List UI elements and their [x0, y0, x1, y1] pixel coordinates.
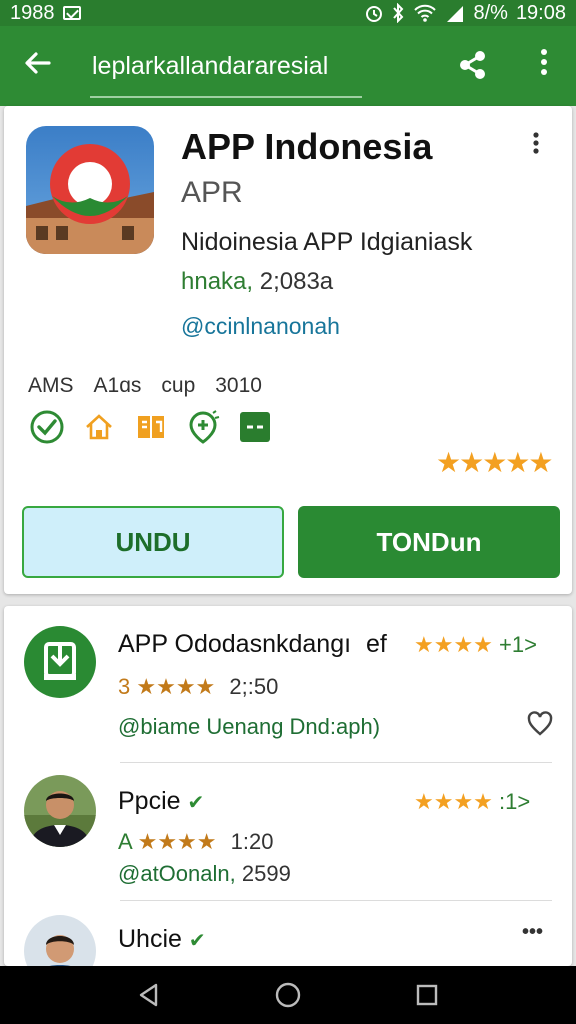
status-bar: 1988 8/% 19:08	[0, 0, 576, 26]
app-subtitle: APR	[181, 176, 243, 209]
feature-label: cup	[161, 374, 196, 397]
feature-label: A1ɑs	[93, 374, 142, 397]
list-item-title-suffix: ef	[366, 630, 387, 658]
back-button[interactable]	[18, 48, 58, 84]
pin-icon	[184, 408, 222, 446]
list-item-title: APP Ododasnkdangı ef	[118, 630, 387, 659]
app-meta-value: 2;083a	[259, 268, 334, 295]
navigation-bar	[0, 966, 576, 1024]
tondun-button[interactable]: TONDun	[298, 506, 560, 578]
circle-home-icon	[275, 982, 301, 1008]
triangle-back-icon	[140, 983, 158, 1007]
list-item-rating: ★★★★ +1>	[414, 632, 537, 658]
list-item-title-text: Ppcie	[118, 787, 181, 815]
status-right: 8/% 19:08	[365, 2, 566, 25]
home-icon	[80, 408, 118, 446]
list-item-title-text: APP Ododasnkdangı	[118, 630, 352, 658]
more-vert-icon	[533, 132, 539, 154]
list-item-desc-text: @atOonaln,	[118, 861, 236, 886]
avatar	[24, 915, 96, 966]
list-item-count: :1>	[499, 789, 531, 814]
nav-back-button[interactable]	[129, 975, 169, 1015]
list-item-title-text: Uhcie	[118, 925, 182, 953]
feature-labels: AMS A1ɑs cup 3010	[28, 374, 274, 398]
share-icon	[460, 51, 485, 79]
share-button[interactable]	[456, 48, 492, 84]
list-item[interactable]: Ppcie ✔ ★★★★ :1> A ★★★★ 1:20 @atOonaln, …	[4, 763, 572, 899]
app-title: APP Indonesia	[181, 126, 433, 167]
feature-label: AMS	[28, 374, 74, 397]
arrow-left-icon	[25, 52, 51, 74]
app-logo-icon	[26, 126, 154, 254]
message-icon	[62, 6, 81, 20]
app-icon[interactable]	[26, 126, 154, 254]
list-item-description: @atOonaln, 2599	[118, 861, 291, 887]
list-item-title: Ppcie ✔	[118, 787, 204, 816]
signal-icon	[447, 6, 464, 22]
nav-recents-button[interactable]	[407, 975, 447, 1015]
list-item-sub-stars: ★★★★	[136, 674, 216, 699]
list-item-sub-prefix: 3	[118, 674, 131, 699]
list-item-title: Uhcie ✔	[118, 925, 206, 954]
list-item-subrating: 3 ★★★★ 2;:50	[118, 674, 278, 700]
battery-text: 8/%	[473, 1, 508, 24]
list-item-sub-value: 2;:50	[229, 674, 279, 699]
list-item-sub-stars: ★★★★	[137, 829, 217, 854]
square-recents-icon	[416, 984, 437, 1006]
list-item-subrating: A ★★★★ 1:20	[118, 829, 273, 855]
undu-button[interactable]: UNDU	[22, 506, 284, 578]
list-item-more-button[interactable]: •••	[522, 921, 543, 944]
app-detail-card: APP Indonesia APR Nidoinesia APP Idgiani…	[4, 106, 572, 594]
verified-icon: ✔	[188, 930, 206, 952]
list-item-count: +1>	[499, 632, 537, 657]
feature-label: 3010	[215, 374, 262, 397]
square-dash-icon	[236, 408, 274, 446]
app-bar-title: leplarkallandararesial	[92, 52, 329, 80]
nav-home-button[interactable]	[268, 975, 308, 1015]
app-description: Nidoinesia APP Idgianiask	[181, 228, 473, 256]
check-circle-icon	[28, 408, 66, 446]
rating-stars: ★★★★★	[436, 447, 554, 478]
list-item[interactable]: APP Ododasnkdangı ef ★★★★ +1> 3 ★★★★ 2;:…	[4, 606, 572, 762]
list-item[interactable]: Uhcie ✔ •••	[4, 901, 572, 966]
download-icon	[24, 626, 96, 698]
favorite-button[interactable]	[526, 710, 554, 743]
more-vert-icon	[541, 49, 547, 75]
alarm-icon	[366, 6, 383, 22]
list-item-sub-value: 1:20	[230, 829, 274, 854]
app-meta: hnaka, 2;083a	[181, 268, 333, 296]
app-meta-label: hnaka,	[181, 268, 254, 295]
list-item-description: @biame Uenang Dnd:aph)	[118, 714, 381, 739]
badge-icon	[132, 408, 170, 446]
verified-icon: ✔	[187, 792, 205, 814]
overflow-menu-button[interactable]	[530, 48, 558, 84]
feature-icons	[28, 408, 274, 446]
list-item-desc-value: 2599	[241, 861, 291, 886]
app-bar: leplarkallandararesial	[0, 26, 576, 106]
list-item-sub-prefix: A	[118, 829, 132, 854]
wifi-icon	[414, 4, 437, 22]
app-developer-link[interactable]: @ccinlnanonah	[181, 313, 340, 340]
bluetooth-icon	[393, 3, 404, 23]
feature-row: AMS A1ɑs cup 3010	[28, 374, 274, 446]
app-bar-underline	[90, 96, 362, 98]
status-time-right: 19:08	[515, 1, 566, 24]
heart-icon	[527, 711, 553, 736]
list-item-stars: ★★★★	[414, 789, 493, 814]
status-time-left: 1988	[10, 1, 55, 24]
status-left: 1988	[10, 2, 81, 25]
list-item-stars: ★★★★	[414, 632, 493, 657]
list-item-rating: ★★★★ :1>	[414, 789, 530, 815]
related-list-card: APP Ododasnkdangı ef ★★★★ +1> 3 ★★★★ 2;:…	[4, 606, 572, 966]
card-more-button[interactable]	[532, 132, 540, 161]
avatar	[24, 775, 96, 847]
